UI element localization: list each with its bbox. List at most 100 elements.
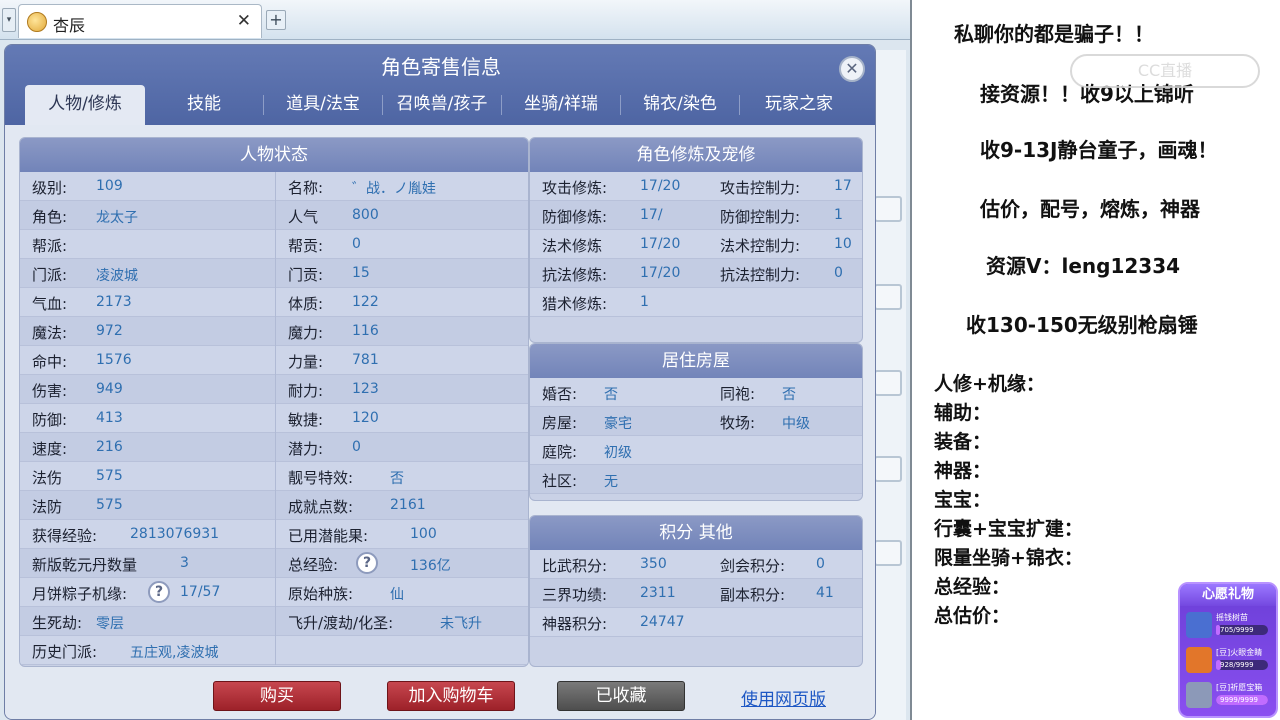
tab-outfits[interactable]: 锦衣/染色 xyxy=(621,85,739,125)
field-value: 无 xyxy=(604,474,618,490)
field-label: 社区: xyxy=(542,472,578,490)
role-consign-dialog: 角色寄售信息 ✕ 人物/修炼 技能 道具/法宝 召唤兽/孩子 坐骑/祥瑞 锦衣/… xyxy=(4,44,876,720)
field-value: 10 xyxy=(834,236,852,252)
dialog-title: 角色寄售信息 xyxy=(381,55,501,79)
column-divider xyxy=(275,404,276,433)
field-value: 100 xyxy=(410,526,437,542)
wish-gift-widget[interactable]: 心愿礼物 摇钱树苗 705/9999 [豆]火眼金睛 928/9999 [豆]祈愿宝箱 9… xyxy=(1178,582,1278,718)
gift-title: 心愿礼物 xyxy=(1180,584,1276,606)
buy-button[interactable]: 购买 xyxy=(213,681,341,711)
field-value: 116 xyxy=(352,323,379,339)
field-value: 中级 xyxy=(782,416,810,432)
field-label: 成就点数: xyxy=(288,498,354,516)
favorited-button[interactable]: 已收藏 xyxy=(557,681,685,711)
field-value: 350 xyxy=(640,556,667,572)
field-value: 575 xyxy=(96,497,123,513)
field-label: 剑会积分: xyxy=(720,557,786,575)
field-value: 未飞升 xyxy=(440,616,482,632)
cart-icon[interactable] xyxy=(874,196,902,222)
field-label: 抗法控制力: xyxy=(720,266,801,284)
field-label: 魔法: xyxy=(32,324,68,342)
field-label: 已用潜能果: xyxy=(288,527,369,545)
column-divider xyxy=(275,375,276,404)
overlay-line: 估价，配号，熔炼，神器 xyxy=(980,197,1200,221)
cart-icon[interactable] xyxy=(874,370,902,396)
info-row: 法防 575 成就点数: 2161 xyxy=(20,491,528,520)
overlay-line: 收130-150无级别枪扇锤 xyxy=(966,313,1198,337)
field-label: 耐力: xyxy=(288,382,324,400)
column-divider xyxy=(275,230,276,259)
info-row: 获得经验: 2813076931 已用潜能果: 100 xyxy=(20,520,528,549)
field-label: 历史门派: xyxy=(32,643,98,661)
help-icon[interactable]: ? xyxy=(148,581,170,603)
field-value: 781 xyxy=(352,352,379,368)
gift-item[interactable]: 摇钱树苗 705/9999 xyxy=(1186,612,1272,642)
tab-player-home[interactable]: 玩家之家 xyxy=(740,85,858,125)
field-value: 龙太子 xyxy=(96,210,138,226)
info-row: 月饼粽子机缘: 17/57 原始种族: 仙? xyxy=(20,578,528,607)
tab-summons[interactable]: 召唤兽/孩子 xyxy=(383,85,501,125)
tab-skills[interactable]: 技能 xyxy=(145,85,263,125)
field-value: 41 xyxy=(816,585,834,601)
info-row: 级别: 109 名称: ゛战．ノ胤娃 xyxy=(20,172,528,201)
field-value: 初级 xyxy=(604,445,632,461)
field-label: 原始种族: xyxy=(288,585,354,603)
column-divider xyxy=(275,201,276,230)
browser-tab[interactable]: 杏辰 ✕ xyxy=(18,4,262,38)
field-label: 猎术修炼: xyxy=(542,295,608,313)
tab-close-icon[interactable]: ✕ xyxy=(237,11,251,31)
field-label: 人气 xyxy=(288,208,319,226)
field-value: 949 xyxy=(96,381,123,397)
field-value: 0 xyxy=(352,439,361,455)
field-value: 凌波城 xyxy=(96,268,138,284)
character-status-panel: 人物状态 级别: 109 名称: ゛战．ノ胤娃 角色: 龙太子 人气 800 帮派: 帮贡: 0 门派… xyxy=(19,137,529,667)
help-icon[interactable]: ? xyxy=(356,552,378,574)
column-divider xyxy=(275,491,276,520)
overlay-list-item: 宝宝： xyxy=(934,489,992,511)
dialog-header: 角色寄售信息 ✕ 人物/修炼 技能 道具/法宝 召唤兽/孩子 坐骑/祥瑞 锦衣/… xyxy=(5,45,875,125)
field-label: 神器积分: xyxy=(542,615,608,633)
cart-icon[interactable] xyxy=(874,456,902,482)
info-row: 魔法: 972 魔力: 116 xyxy=(20,317,528,346)
field-label: 比武积分: xyxy=(542,557,608,575)
add-to-cart-button[interactable]: 加入购物车 xyxy=(387,681,515,711)
points-panel: 积分 其他 比武积分: 350 剑会积分: 0 三界功绩: 2311 副本积分: 41 神器积分… xyxy=(529,515,863,667)
field-value: 1 xyxy=(640,294,649,310)
new-tab-button[interactable]: + xyxy=(266,10,286,30)
field-label: 防御修炼: xyxy=(542,208,608,226)
field-label: 获得经验: xyxy=(32,527,98,545)
field-label: 法术控制力: xyxy=(720,237,801,255)
cart-icon[interactable] xyxy=(874,540,902,566)
field-value: 17 xyxy=(834,178,852,194)
info-row: 法术修炼 17/20 法术控制力: 10 xyxy=(530,230,862,259)
web-version-link[interactable]: 使用网页版 xyxy=(741,685,826,710)
overlay-line: 资源V：leng12334 xyxy=(986,254,1181,278)
gift-item[interactable]: [豆]祈愿宝箱 9999/9999 xyxy=(1186,682,1272,712)
tab-mounts[interactable]: 坐骑/祥瑞 xyxy=(502,85,620,125)
field-value: 123 xyxy=(352,381,379,397)
tab-menu-button[interactable]: ▾ xyxy=(2,8,16,32)
dialog-tabs: 人物/修炼 技能 道具/法宝 召唤兽/孩子 坐骑/祥瑞 锦衣/染色 玩家之家 xyxy=(25,85,865,125)
field-value: 五庄观,凌波城 xyxy=(130,645,219,661)
info-row: 三界功绩: 2311 副本积分: 41 xyxy=(530,579,862,608)
field-value: 2311 xyxy=(640,585,676,601)
info-row: 气血: 2173 体质: 122 xyxy=(20,288,528,317)
tab-character[interactable]: 人物/修炼 xyxy=(25,85,145,125)
column-divider xyxy=(275,317,276,346)
cc-live-watermark: CC直播 xyxy=(1070,54,1260,88)
info-row: 角色: 龙太子 人气 800 xyxy=(20,201,528,230)
info-row: 历史门派: 五庄观,凌波城 xyxy=(20,636,528,665)
close-icon[interactable]: ✕ xyxy=(839,56,865,82)
field-label: 法伤 xyxy=(32,469,63,487)
field-label: 攻击控制力: xyxy=(720,179,801,197)
panel-header-house: 居住房屋 xyxy=(530,344,862,378)
field-label: 新版乾元丹数量 xyxy=(32,556,138,574)
field-value: 否 xyxy=(604,387,618,403)
cart-icon[interactable] xyxy=(874,284,902,310)
overlay-list-item: 人修+机缘： xyxy=(934,373,1045,395)
tab-items[interactable]: 道具/法宝 xyxy=(264,85,382,125)
gift-item[interactable]: [豆]火眼金睛 928/9999 xyxy=(1186,647,1272,677)
field-label: 名称: xyxy=(288,179,324,197)
field-label: 级别: xyxy=(32,179,68,197)
field-label: 飞升/渡劫/化圣: xyxy=(288,614,394,632)
